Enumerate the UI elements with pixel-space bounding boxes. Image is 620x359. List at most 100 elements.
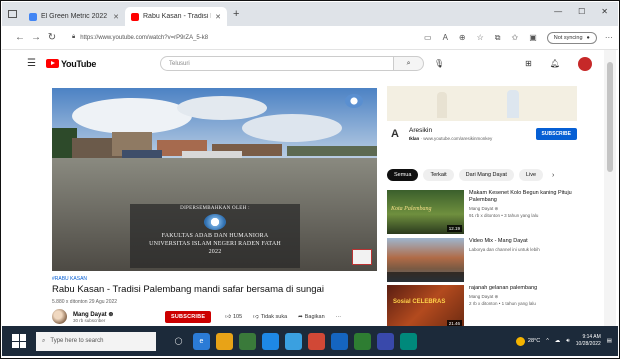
system-tray: 28°C ^ ☁︎ 🔊︎ 9:14 AM 10/28/2022 ▤ — [515, 334, 612, 348]
app-icon[interactable] — [377, 332, 394, 350]
new-tab-button[interactable]: + — [233, 8, 239, 20]
close-window-icon[interactable]: ✕ — [601, 7, 608, 16]
app-icon[interactable] — [308, 332, 325, 350]
notifications-icon[interactable]: 🔔︎ — [550, 59, 560, 68]
not-syncing-label: Not syncing — [553, 34, 583, 41]
recommendation-text: Video Mix - Mang Dayat Laborya dan chann… — [469, 238, 594, 282]
minimize-icon[interactable]: — — [554, 7, 562, 16]
subscribe-button[interactable]: SUBSCRIBE — [165, 310, 212, 323]
browser-nav-bar: ← → ↻ 🔒︎ https://www.youtube.com/watch?v… — [2, 26, 618, 50]
channel-name[interactable]: Mang Dayat ⊛ — [73, 311, 153, 318]
dislike-button[interactable]: 👎︎ Tidak suka — [253, 314, 287, 320]
close-tab-icon[interactable]: ✕ — [215, 13, 221, 21]
recommendation-thumbnail[interactable]: Sosial CELEBRAS 21.46 — [387, 285, 464, 329]
clock[interactable]: 9:14 AM 10/28/2022 — [576, 334, 601, 348]
create-video-icon[interactable]: ⊞ — [525, 59, 532, 68]
recommendation-item[interactable]: Video Mix - Mang Dayat Laborya dan chann… — [387, 238, 597, 282]
favorite-icon[interactable]: ☆ — [477, 33, 484, 43]
app-available-icon[interactable]: ▭ — [424, 33, 432, 43]
thumbs-up-icon: 👍︎ — [225, 313, 231, 320]
page-scrollbar[interactable] — [604, 50, 616, 326]
app-icon[interactable] — [216, 332, 233, 350]
ad-person-image — [437, 92, 447, 118]
share-button[interactable]: ➦ Bagikan — [298, 314, 325, 320]
notifications-center-icon[interactable]: ▤ — [607, 338, 612, 344]
browser-tab-0[interactable]: El Green Metric 2022 - Google ✕ — [23, 7, 125, 26]
ad-name[interactable]: Aresikin — [409, 127, 536, 134]
back-icon[interactable]: ← — [12, 32, 28, 43]
taskbar-search-input[interactable]: ⌕ Type here to search — [36, 331, 156, 351]
recommendation-item[interactable]: Kota Palembang 12.19 Makam Kesenet Kolo … — [387, 190, 597, 234]
recommendation-thumbnail[interactable] — [387, 238, 464, 282]
ad-banner[interactable] — [387, 86, 577, 121]
volume-icon[interactable]: 🔊︎ — [566, 338, 569, 345]
browser-tab-strip: El Green Metric 2022 - Google ✕ Rabu Kas… — [2, 2, 618, 26]
video-title: Rabu Kasan - Tradisi Palembang mandi saf… — [52, 284, 324, 295]
weather-icon — [515, 336, 525, 346]
ad-url: www.youtube.com/aresikinmonkey — [423, 136, 493, 141]
youtube-logo[interactable]: YouTube — [45, 59, 96, 69]
more-actions-button[interactable]: ··· — [336, 314, 342, 320]
lock-icon: 🔒︎ — [72, 34, 76, 40]
app-icon[interactable] — [354, 332, 371, 350]
app-icon[interactable]: e — [193, 332, 210, 350]
chip-all[interactable]: Semua — [387, 169, 419, 181]
maximize-icon[interactable]: ☐ — [578, 7, 585, 16]
video-hashtag[interactable]: #RABU KASAN — [52, 276, 87, 282]
app-icon[interactable] — [239, 332, 256, 350]
ad-subscribe-button[interactable]: SUBSCRIBE — [535, 128, 577, 140]
windows-start-icon[interactable] — [12, 334, 26, 348]
zoom-icon[interactable]: ⊕ — [459, 33, 466, 43]
search-input[interactable]: Telusuri — [160, 56, 395, 71]
app-icon[interactable] — [331, 332, 348, 350]
chip-related[interactable]: Terkait — [423, 169, 454, 181]
task-view-icon[interactable]: ◯ — [170, 333, 187, 350]
channel-watermark-icon — [345, 94, 363, 108]
browser-toolbar: ▭ A ⊕ ☆ ⧉ ✩ ▣ — [424, 33, 537, 43]
recommendation-channel: Laborya dan channel ini untuk lebih — [469, 247, 540, 252]
profile-sync-button[interactable]: Not syncing ● — [546, 31, 597, 44]
search-button[interactable]: ⌕ — [394, 56, 425, 71]
youtube-header: ☰ YouTube Telusuri ⌕ 🎙︎ ⊞ 🔔︎ — [2, 50, 604, 77]
chip-live[interactable]: Live — [518, 169, 544, 181]
ad-text: Aresikin Iklan · www.youtube.com/aresiki… — [409, 127, 536, 141]
recommendation-meta: 2 rb x ditonton • 1 tahun yang lalu — [469, 301, 536, 306]
channel-avatar[interactable] — [52, 309, 67, 324]
ad-logo[interactable]: A — [387, 126, 403, 142]
video-player[interactable]: DIPERSEMBAHKAN OLEH : FAKULTAS ADAB DAN … — [52, 88, 377, 271]
search-icon: ⌕ — [406, 60, 411, 67]
recommendation-item[interactable]: Sosial CELEBRAS 21.46 rajanah gelanan pa… — [387, 285, 597, 329]
microphone-icon[interactable]: 🎙︎ — [434, 59, 444, 68]
like-button[interactable]: 👍︎ 105 — [225, 314, 242, 320]
close-tab-icon[interactable]: ✕ — [113, 13, 119, 21]
refresh-icon[interactable]: ↻ — [44, 32, 60, 43]
tray-chevron-icon[interactable]: ^ — [546, 338, 549, 344]
menu-icon[interactable]: ☰ — [27, 58, 36, 69]
browser-menu-icon[interactable]: ··· — [605, 33, 613, 42]
video-overlay-caption: DIPERSEMBAHKAN OLEH : FAKULTAS ADAB DAN … — [130, 204, 300, 268]
app-icon[interactable] — [285, 332, 302, 350]
recommendation-meta: 91 rb x ditonton • 3 tahun yang lalu — [469, 213, 539, 218]
recommendation-thumbnail[interactable]: Kota Palembang 12.19 — [387, 190, 464, 234]
thumbs-down-icon: 👎︎ — [253, 313, 259, 320]
collections-icon[interactable]: ▣ — [529, 33, 537, 43]
forward-icon[interactable]: → — [28, 32, 44, 43]
mix-overlay — [387, 272, 464, 282]
temperature: 28°C — [527, 338, 541, 344]
weather-widget[interactable]: 28°C — [515, 336, 541, 346]
app-icon[interactable] — [400, 332, 417, 350]
chip-from-channel[interactable]: Dari Mang Dayat — [458, 169, 514, 181]
clock-date: 10/28/2022 — [575, 341, 601, 347]
chevron-right-icon[interactable]: › — [552, 172, 554, 179]
account-avatar[interactable] — [578, 56, 592, 71]
scrollbar-thumb[interactable] — [607, 62, 613, 172]
read-aloud-icon[interactable]: A — [443, 33, 448, 43]
app-icon[interactable] — [262, 332, 279, 350]
address-bar[interactable]: 🔒︎ https://www.youtube.com/watch?v=rP9rZ… — [72, 31, 384, 45]
tab-actions-icon[interactable] — [8, 10, 17, 18]
search-icon: ⌕ — [42, 337, 46, 344]
favorites-bar-icon[interactable]: ✩ — [512, 33, 519, 43]
network-icon[interactable]: ☁︎ — [555, 338, 561, 344]
extensions-icon[interactable]: ⧉ — [495, 33, 501, 43]
browser-tab-1[interactable]: Rabu Kasan - Tradisi Pale... ✕ — [125, 7, 227, 26]
